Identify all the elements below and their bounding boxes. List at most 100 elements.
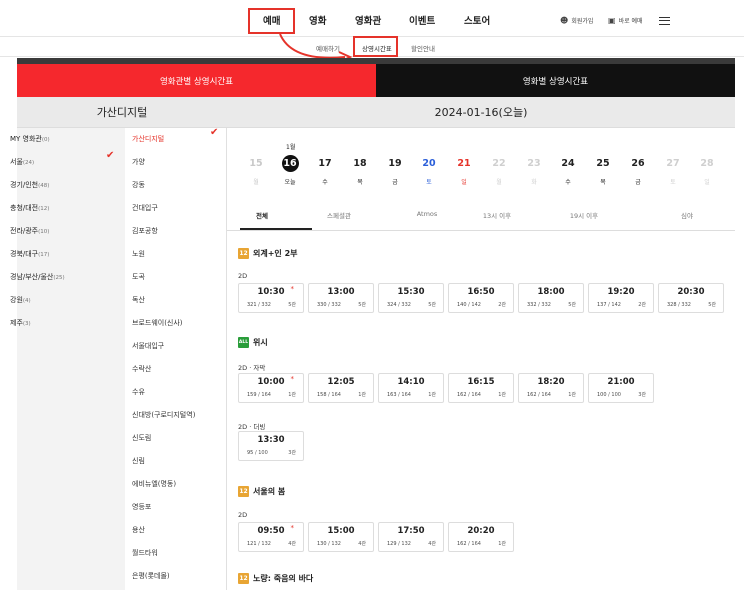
showtime-slot[interactable]: 15:30 324 / 332 5관 bbox=[378, 283, 444, 313]
filter-tab[interactable]: 전체 bbox=[256, 210, 268, 220]
date-item[interactable]: 18 목 bbox=[350, 155, 370, 186]
showtime-slot[interactable]: 20:20 162 / 164 1관 bbox=[448, 522, 514, 552]
cinema-item[interactable]: 수락산 bbox=[132, 364, 151, 374]
tab-by-movie[interactable]: 영화별 상영시간표 bbox=[376, 64, 735, 97]
showtime-slot[interactable]: 18:20 162 / 164 1관 bbox=[518, 373, 584, 403]
date-weekday: 목 bbox=[600, 179, 606, 186]
hall-number: 5관 bbox=[288, 302, 296, 308]
region-item[interactable]: 경기/인천(48) bbox=[10, 180, 49, 190]
region-item[interactable]: 제주(3) bbox=[10, 318, 31, 328]
showtime-slot[interactable]: 14:10 163 / 164 1관 bbox=[378, 373, 444, 403]
region-item[interactable]: 경북/대구(17) bbox=[10, 249, 49, 259]
movie-name[interactable]: 위시 bbox=[253, 337, 268, 348]
date-item[interactable]: 23 화 bbox=[524, 155, 544, 186]
showtime-slot[interactable]: 19:20 137 / 142 2관 bbox=[588, 283, 654, 313]
date-weekday: 월 bbox=[496, 179, 502, 186]
region-name: 서울 bbox=[10, 158, 23, 166]
cinema-item[interactable]: 신대방(구로디지털역) bbox=[132, 410, 195, 420]
hall-number: 2관 bbox=[498, 302, 506, 308]
cinema-item[interactable]: 영등포 bbox=[132, 502, 151, 512]
seats-remaining: 328 bbox=[667, 302, 677, 308]
date-item[interactable]: 17 수 bbox=[315, 155, 335, 186]
hall-number: 5관 bbox=[568, 302, 576, 308]
cinema-item[interactable]: 도곡 bbox=[132, 272, 145, 282]
showtime-slot[interactable]: 13:00 330 / 332 5관 bbox=[308, 283, 374, 313]
filter-tab[interactable]: 13시 이후 bbox=[483, 210, 511, 220]
hall-number: 5관 bbox=[428, 302, 436, 308]
showtime-slot[interactable]: 10:30 * 321 / 332 5관 bbox=[238, 283, 304, 313]
date-item[interactable]: 26 금 bbox=[628, 155, 648, 186]
showtime-slot[interactable]: 16:15 162 / 164 1관 bbox=[448, 373, 514, 403]
date-item[interactable]: 28 일 bbox=[697, 155, 717, 186]
showtime-slot[interactable]: 21:00 100 / 100 3관 bbox=[588, 373, 654, 403]
date-item[interactable]: 20 토 bbox=[419, 155, 439, 186]
filter-tab[interactable]: 심야 bbox=[681, 210, 693, 220]
hall-number: 4관 bbox=[358, 541, 366, 547]
cinema-item[interactable]: 신림 bbox=[132, 456, 145, 466]
cinema-item[interactable]: 용산 bbox=[132, 525, 145, 535]
showtime-slot[interactable]: 12:05 158 / 164 1관 bbox=[308, 373, 374, 403]
date-item[interactable]: 19 금 bbox=[385, 155, 405, 186]
region-item[interactable]: MY 영화관(0) bbox=[10, 134, 50, 144]
date-item[interactable]: 21 일 bbox=[454, 155, 474, 186]
cinema-item[interactable]: 김포공항 bbox=[132, 226, 158, 236]
movie-name[interactable]: 외계+인 2부 bbox=[253, 248, 298, 259]
region-item[interactable]: 경남/부산/울산(25) bbox=[10, 272, 65, 282]
date-item[interactable]: 25 목 bbox=[593, 155, 613, 186]
cinema-item[interactable]: 수유 bbox=[132, 387, 145, 397]
tab-by-cinema[interactable]: 영화관별 상영시간표 bbox=[17, 64, 376, 97]
date-item[interactable]: 24 수 bbox=[558, 155, 578, 186]
seats-total: / 164 bbox=[468, 392, 481, 398]
cinema-item[interactable]: 에비뉴엘(명동) bbox=[132, 479, 176, 489]
date-weekday: 일 bbox=[704, 179, 710, 186]
cinema-item[interactable]: 가산디지털 bbox=[132, 134, 164, 144]
cinema-item[interactable]: 노원 bbox=[132, 249, 145, 259]
movie-name[interactable]: 서울의 봄 bbox=[253, 486, 285, 497]
showtime-time: 12:05 bbox=[327, 377, 355, 387]
date-item[interactable]: 15 월 bbox=[246, 155, 266, 186]
region-item[interactable]: 서울(24) bbox=[10, 157, 34, 167]
showtime-slot[interactable]: 18:00 332 / 332 5관 bbox=[518, 283, 584, 313]
hall-number: 3관 bbox=[288, 450, 296, 456]
showtime-slot[interactable]: 17:50 129 / 132 4관 bbox=[378, 522, 444, 552]
showtime-slot[interactable]: 15:00 130 / 132 4관 bbox=[308, 522, 374, 552]
seats-total: / 164 bbox=[258, 392, 271, 398]
movie-name[interactable]: 노량: 죽음의 바다 bbox=[253, 573, 313, 584]
cinema-item[interactable]: 강동 bbox=[132, 180, 145, 190]
date-weekday: 목 bbox=[357, 179, 363, 186]
date-item[interactable]: 22 월 bbox=[489, 155, 509, 186]
cinema-item[interactable]: 브로드웨이(신사) bbox=[132, 318, 183, 328]
date-number: 21 bbox=[457, 158, 471, 169]
filter-active-underline bbox=[240, 228, 312, 230]
showtime-slot[interactable]: 09:50 * 121 / 132 4관 bbox=[238, 522, 304, 552]
seats-total: / 142 bbox=[468, 302, 481, 308]
showtime-slot[interactable]: 20:30 328 / 332 5관 bbox=[658, 283, 724, 313]
seats-total: / 164 bbox=[398, 392, 411, 398]
date-weekday: 수 bbox=[322, 179, 328, 186]
region-name: 경기/인천 bbox=[10, 181, 39, 189]
date-item[interactable]: 16 오늘 bbox=[280, 155, 300, 186]
filter-tab[interactable]: 19시 이후 bbox=[570, 210, 598, 220]
movie-title: 12 외계+인 2부 bbox=[238, 248, 298, 259]
showtime-slot[interactable]: 10:00 * 159 / 164 1관 bbox=[238, 373, 304, 403]
cinema-item[interactable]: 신도림 bbox=[132, 433, 151, 443]
cinema-item[interactable]: 독산 bbox=[132, 295, 145, 305]
region-count: (4) bbox=[22, 298, 31, 304]
showtime-slot[interactable]: 16:50 140 / 142 2관 bbox=[448, 283, 514, 313]
region-name: 전라/광주 bbox=[10, 227, 39, 235]
cinema-item[interactable]: 가양 bbox=[132, 157, 145, 167]
date-item[interactable]: 27 토 bbox=[663, 155, 683, 186]
cinema-item[interactable]: 은평(롯데몰) bbox=[132, 571, 170, 581]
region-item[interactable]: 전라/광주(10) bbox=[10, 226, 49, 236]
seats-total: / 100 bbox=[608, 392, 621, 398]
cinema-item[interactable]: 월드타워 bbox=[132, 548, 158, 558]
region-count: (12) bbox=[38, 206, 50, 212]
region-item[interactable]: 강원(4) bbox=[10, 295, 31, 305]
cinema-item[interactable]: 건대입구 bbox=[132, 203, 158, 213]
showtime-slot[interactable]: 13:30 95 / 100 3관 bbox=[238, 431, 304, 461]
region-item[interactable]: 충청/대전(12) bbox=[10, 203, 49, 213]
filter-tab[interactable]: Atmos bbox=[417, 210, 438, 218]
cinema-item[interactable]: 서울대입구 bbox=[132, 341, 164, 351]
filter-tab[interactable]: 스페셜관 bbox=[327, 210, 351, 220]
date-weekday: 수 bbox=[565, 179, 571, 186]
